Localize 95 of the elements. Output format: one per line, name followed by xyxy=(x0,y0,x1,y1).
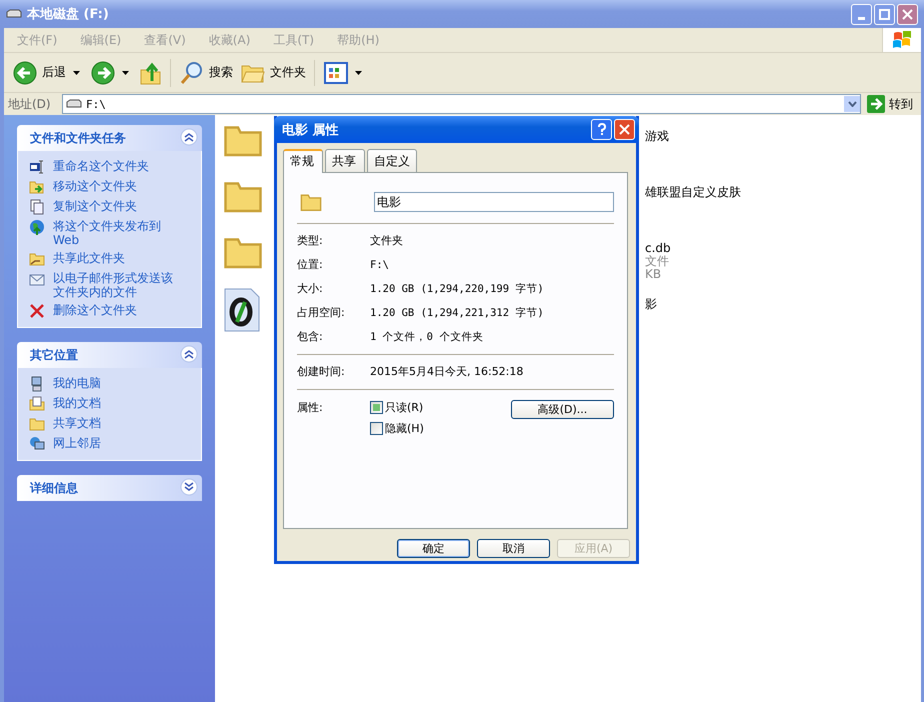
file-label: c.db xyxy=(645,242,671,255)
tab[interactable]: 自定义 xyxy=(367,149,417,172)
dialog-button[interactable]: 确定 xyxy=(397,539,470,558)
search-button[interactable]: 搜索 xyxy=(177,58,236,86)
dropdown-caret-icon[interactable] xyxy=(122,70,129,74)
panel-header[interactable]: 详细信息 xyxy=(17,475,202,501)
chevron-down-icon xyxy=(848,101,856,107)
task-link[interactable]: 共享此文件夹 xyxy=(53,251,125,265)
search-icon xyxy=(180,60,204,84)
task-link[interactable]: 网上邻居 xyxy=(53,436,101,450)
close-button[interactable] xyxy=(897,4,918,24)
property-label: 大小: xyxy=(297,282,324,296)
task-link[interactable]: 复制这个文件夹 xyxy=(53,199,137,213)
panel-title: 文件和文件夹任务 xyxy=(30,130,126,146)
task-link[interactable]: 我的文档 xyxy=(53,396,101,410)
network-icon xyxy=(29,436,45,452)
maximize-icon xyxy=(879,8,890,20)
dropdown-caret-icon[interactable] xyxy=(355,70,362,74)
collapse-icon[interactable] xyxy=(180,128,198,146)
close-icon xyxy=(619,124,630,135)
panel-title: 详细信息 xyxy=(30,480,78,496)
help-icon xyxy=(596,123,606,136)
documents-icon xyxy=(29,396,45,412)
folder-arrow-icon xyxy=(29,179,45,195)
checkbox[interactable]: 隐藏(H) xyxy=(370,421,511,436)
panel-header[interactable]: 文件和文件夹任务 xyxy=(17,125,202,151)
tab[interactable]: 常规 xyxy=(283,149,323,173)
property-value: F:\ xyxy=(370,258,390,272)
window-title: 本地磁盘 (F:) xyxy=(27,6,110,23)
arrow-icon xyxy=(867,95,885,113)
property-label: 占用空间: xyxy=(297,306,346,320)
property-label: 位置: xyxy=(297,258,324,272)
checkbox[interactable]: 只读(R) xyxy=(370,400,511,415)
tab[interactable]: 共享 xyxy=(325,149,365,172)
menu-item[interactable]: 收藏(A) xyxy=(196,32,260,48)
property-label: 创建时间: xyxy=(297,365,346,379)
folder-icon xyxy=(29,416,45,432)
help-button[interactable] xyxy=(591,119,612,140)
collapse-icon[interactable] xyxy=(180,344,198,362)
file-label: 游戏 xyxy=(645,130,669,143)
dialog-button[interactable]: 取消 xyxy=(477,539,550,558)
task-link[interactable]: 将这个文件夹发布到 Web xyxy=(53,219,177,247)
minimize-icon xyxy=(858,16,865,20)
task-link[interactable]: 重命名这个文件夹 xyxy=(53,159,149,173)
minimize-button[interactable] xyxy=(851,4,872,24)
dialog-title: 电影 属性 xyxy=(282,122,340,138)
menu-item[interactable]: 工具(T) xyxy=(260,32,324,48)
panel-title: 其它位置 xyxy=(30,346,78,364)
close-button[interactable] xyxy=(614,119,635,140)
drive-icon xyxy=(6,9,22,19)
advanced-button[interactable]: 高级(D)... xyxy=(511,400,614,419)
address-field[interactable]: F:\ xyxy=(62,94,861,114)
property-value: 1.20 GB (1,294,220,199 字节) xyxy=(370,282,545,296)
copy-icon xyxy=(29,199,45,215)
dropdown-button[interactable] xyxy=(844,96,860,112)
views-button[interactable] xyxy=(321,60,351,86)
shared-folder-icon xyxy=(29,251,45,267)
menu-item[interactable]: 编辑(E) xyxy=(67,32,132,48)
file-label: 文件 xyxy=(645,255,670,268)
file-label: 雄联盟自定义皮肤 xyxy=(645,186,741,199)
folder-up-icon xyxy=(140,60,162,84)
flag-logo-icon xyxy=(892,31,912,49)
close-icon xyxy=(902,8,913,20)
views-icon xyxy=(324,62,348,84)
property-value: 文件夹 xyxy=(370,234,404,248)
drive-icon xyxy=(66,99,82,109)
back-button[interactable]: 后退 xyxy=(10,58,69,86)
delete-icon xyxy=(29,303,45,319)
property-label: 属性: xyxy=(297,400,324,416)
property-label: 类型: xyxy=(297,234,324,248)
menu-item[interactable]: 帮助(H) xyxy=(324,32,390,48)
rename-icon xyxy=(29,159,45,175)
file-label: KB xyxy=(645,268,662,281)
task-link[interactable]: 删除这个文件夹 xyxy=(53,303,137,317)
task-link[interactable]: 移动这个文件夹 xyxy=(53,179,137,193)
globe-icon xyxy=(29,219,45,235)
file-label: 影 xyxy=(645,298,657,311)
dropdown-caret-icon[interactable] xyxy=(73,70,80,74)
property-value: 2015年5月4日今天, 16:52:18 xyxy=(370,365,524,379)
task-link[interactable]: 我的电脑 xyxy=(53,376,101,390)
menu-item[interactable]: 文件(F) xyxy=(4,32,68,48)
go-button[interactable]: 转到 xyxy=(865,95,921,113)
document-icon xyxy=(223,288,261,332)
property-value: 1 个文件，0 个文件夹 xyxy=(370,330,484,344)
task-link[interactable]: 以电子邮件形式发送该文件夹内的文件 xyxy=(53,271,177,299)
folders-button[interactable]: 文件夹 xyxy=(238,60,315,86)
expand-icon[interactable] xyxy=(180,478,198,496)
property-label: 包含: xyxy=(297,330,324,344)
address-label: 地址(D) xyxy=(8,96,52,112)
panel-header[interactable]: 其它位置 xyxy=(17,342,202,368)
property-value: 1.20 GB (1,294,221,312 字节) xyxy=(370,306,545,320)
task-link[interactable]: 共享文档 xyxy=(53,416,101,430)
menu-item[interactable]: 查看(V) xyxy=(131,32,196,48)
name-field[interactable]: 电影 xyxy=(374,192,614,212)
maximize-button[interactable] xyxy=(874,4,895,24)
